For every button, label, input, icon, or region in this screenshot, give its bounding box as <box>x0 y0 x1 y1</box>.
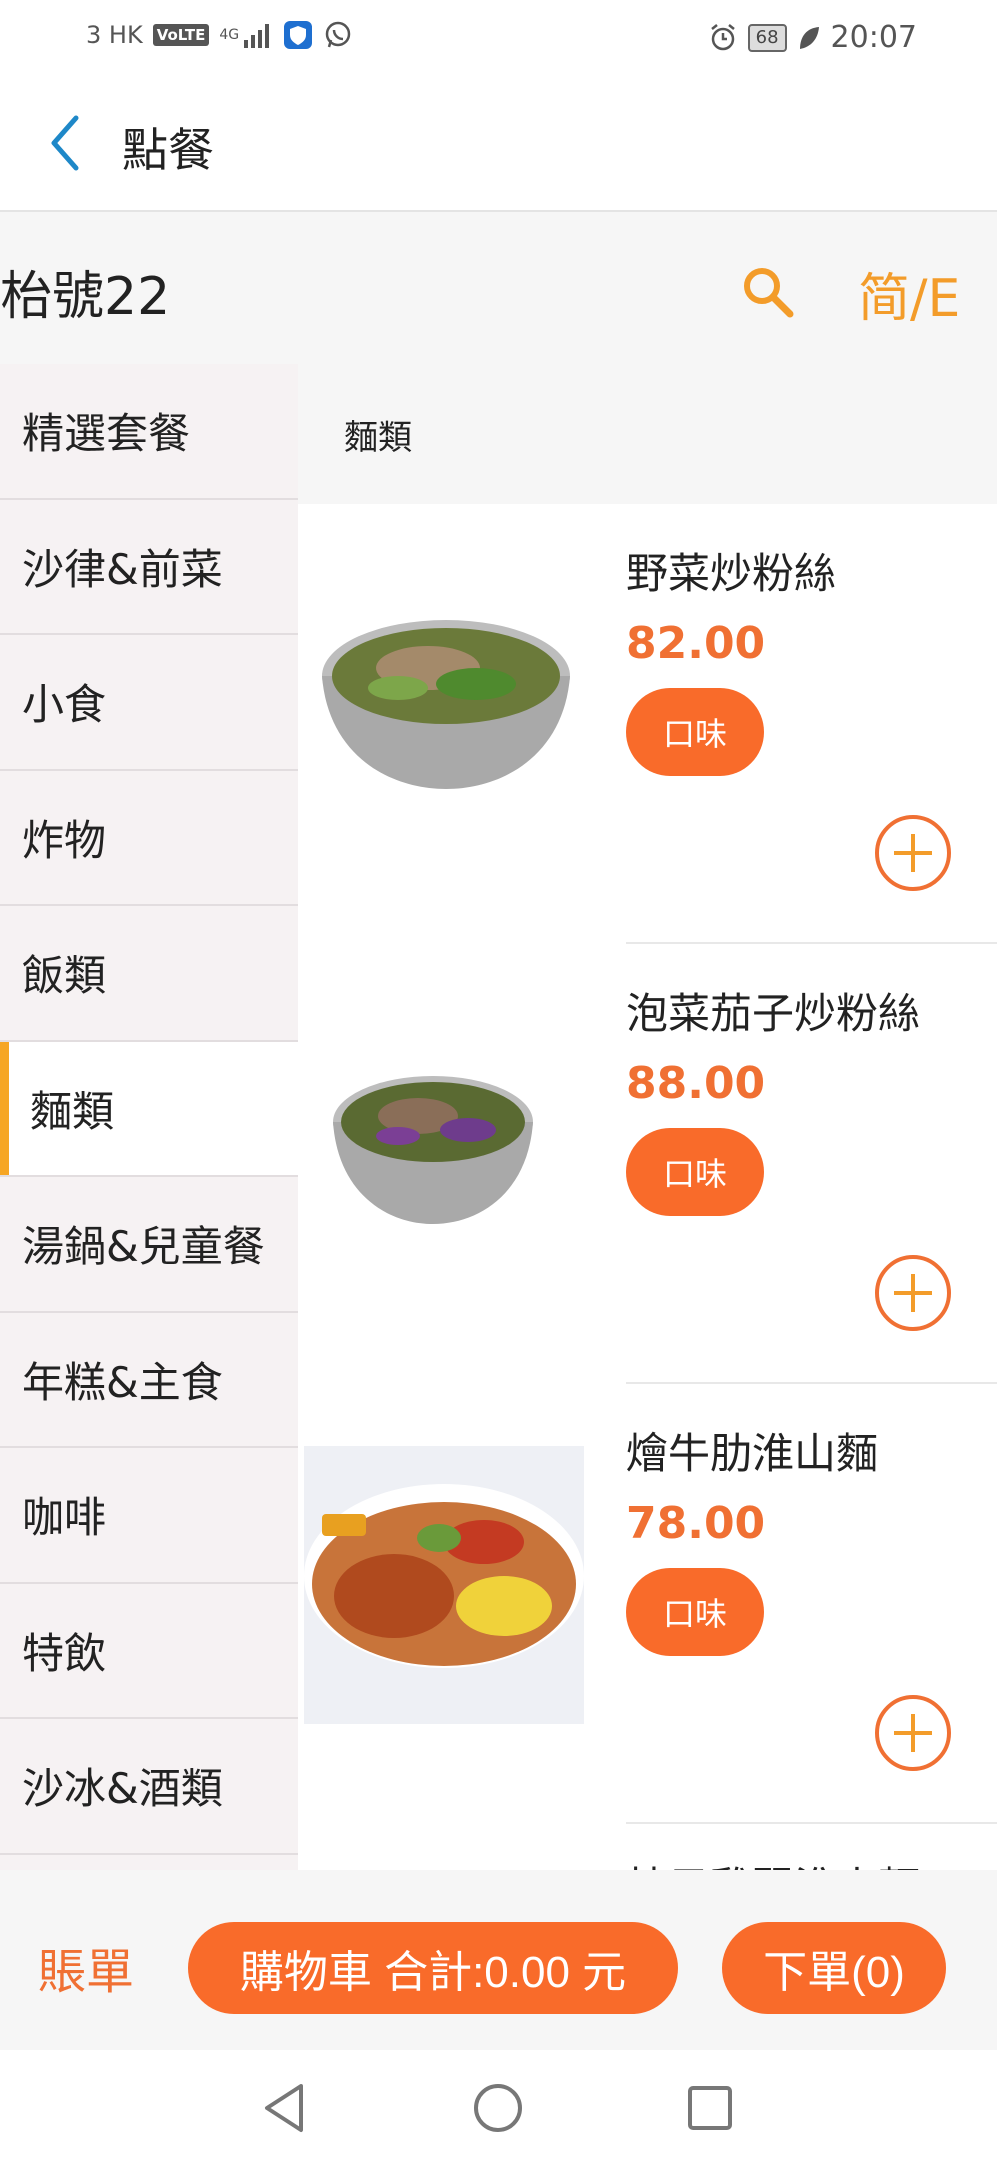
alarm-icon <box>710 23 735 50</box>
item-name: 泡菜茄子炒粉絲 <box>626 989 921 1038</box>
search-icon[interactable] <box>740 264 796 320</box>
dish-image[interactable] <box>328 1044 538 1234</box>
category-item[interactable]: 沙冰&酒類 <box>0 1719 298 1855</box>
status-left: 3 HK VoLTE 4G <box>86 20 353 50</box>
network-type: 4G <box>219 27 240 43</box>
clock: 20:07 <box>830 20 917 55</box>
whatsapp-icon <box>325 21 351 48</box>
category-sidebar: 精選套餐 沙律&前菜 小食 炸物 飯類 麵類 湯鍋&兒童餐 年糕&主食 咖啡 特… <box>0 364 298 1870</box>
add-circle-icon[interactable] <box>874 814 952 892</box>
table-bar: 枱號22 简/E <box>0 212 997 364</box>
item-price: 88.00 <box>626 1058 766 1109</box>
category-item-active[interactable]: 麵類 <box>0 1041 298 1177</box>
order-bottom-bar: 賬單 購物車 合計:0.00 元 下單(0) <box>0 1870 997 2050</box>
section-title: 麵類 <box>298 364 997 504</box>
table-number: 枱號22 <box>0 267 171 327</box>
item-price: 78.00 <box>626 1498 766 1549</box>
category-item[interactable]: 特飲 <box>0 1584 298 1719</box>
category-item[interactable]: 小食 <box>0 635 298 771</box>
menu-item: 泡菜茄子炒粉絲 88.00 口味 <box>298 944 997 1384</box>
category-item[interactable]: 精選套餐 <box>0 364 298 500</box>
dish-image[interactable] <box>304 1446 584 1724</box>
home-circle-icon[interactable] <box>468 2078 528 2138</box>
chevron-left-icon[interactable] <box>42 112 86 174</box>
category-item[interactable]: 年糕&主食 <box>0 1313 298 1448</box>
flavor-button[interactable]: 口味 <box>626 688 764 776</box>
category-item[interactable]: 湯鍋&兒童餐 <box>0 1177 298 1313</box>
status-bar: 3 HK VoLTE 4G 68 20:07 <box>0 0 997 78</box>
menu-item: 燴牛肋淮山麵 78.00 口味 <box>298 1384 997 1824</box>
app-header: 點餐 <box>0 78 997 212</box>
item-name: 野菜炒粉絲 <box>626 549 837 598</box>
bill-button[interactable]: 賬單 <box>38 1932 134 2002</box>
dish-image[interactable] <box>308 584 584 804</box>
battery-indicator: 68 <box>747 23 787 52</box>
add-circle-icon[interactable] <box>874 1694 952 1772</box>
category-item[interactable]: 炸物 <box>0 771 298 906</box>
item-name: 柚子雞翼淮山麵 <box>626 1854 920 1870</box>
category-item[interactable]: 沙律&前菜 <box>0 500 298 635</box>
signal-icon <box>244 24 270 48</box>
flavor-button[interactable]: 口味 <box>626 1568 764 1656</box>
menu-content: 麵類 野菜炒粉絲 82.00 口味 泡菜茄子炒粉絲 88.00 口味 燴牛肋淮山… <box>298 364 997 1870</box>
category-item[interactable]: 咖啡 <box>0 1448 298 1584</box>
status-right: 68 20:07 <box>708 20 917 55</box>
category-item[interactable]: 飯類 <box>0 906 298 1042</box>
place-order-button[interactable]: 下單(0) <box>722 1922 946 2014</box>
leaf-icon <box>799 26 819 49</box>
carrier-label: 3 HK <box>86 21 143 49</box>
menu-item: 野菜炒粉絲 82.00 口味 <box>298 504 997 944</box>
shield-app-icon <box>284 21 313 49</box>
item-price: 82.00 <box>626 618 766 669</box>
system-nav-bar <box>0 2050 997 2160</box>
menu-item: 柚子雞翼淮山麵 <box>298 1824 997 1870</box>
recents-square-icon[interactable] <box>680 2078 740 2138</box>
back-triangle-icon[interactable] <box>255 2078 315 2138</box>
volte-badge: VoLTE <box>152 24 210 46</box>
flavor-button[interactable]: 口味 <box>626 1128 764 1216</box>
language-switch[interactable]: 简/E <box>858 256 960 331</box>
add-circle-icon[interactable] <box>874 1254 952 1332</box>
page-title: 點餐 <box>122 123 214 177</box>
cart-button[interactable]: 購物車 合計:0.00 元 <box>188 1922 678 2014</box>
item-name: 燴牛肋淮山麵 <box>626 1429 879 1478</box>
